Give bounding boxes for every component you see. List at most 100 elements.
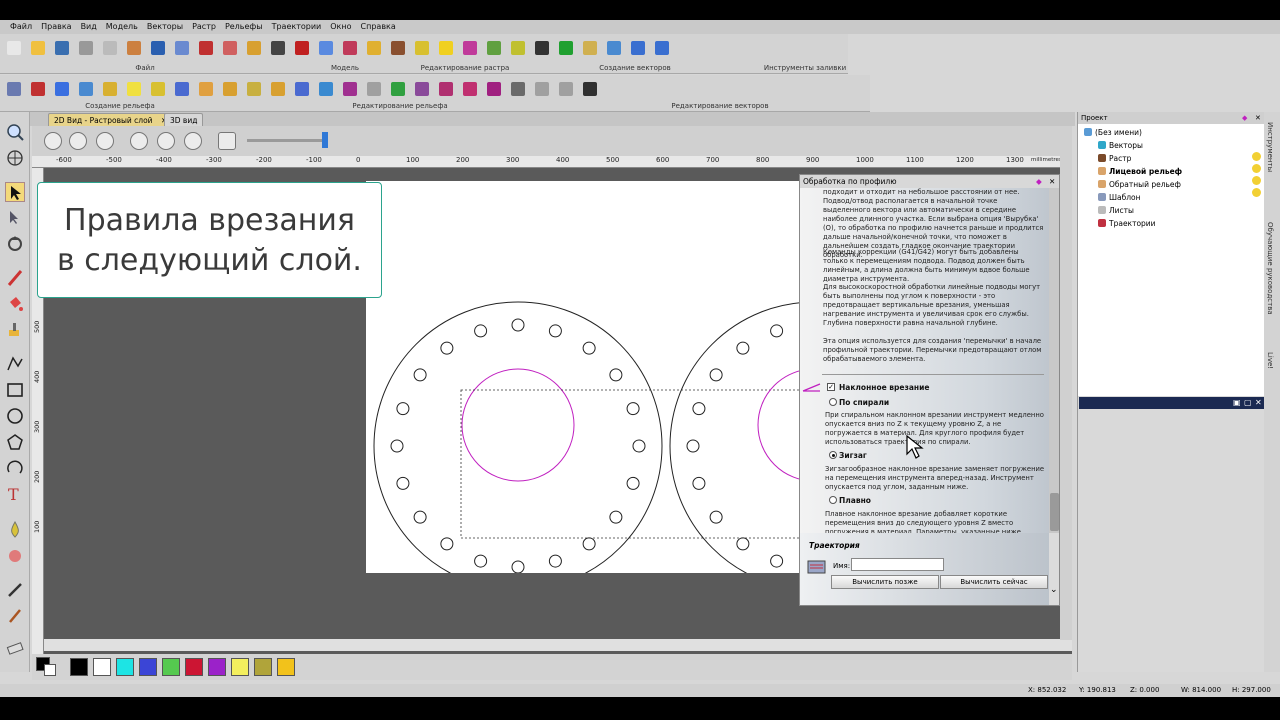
toolbar2-tool-icon-10[interactable]: [220, 79, 240, 99]
bolt-hole[interactable]: [511, 318, 525, 332]
selected-inner-circle-2[interactable]: [757, 369, 802, 481]
toolbar1-tool-icon-27[interactable]: [628, 38, 648, 58]
bolt-hole[interactable]: [709, 510, 723, 524]
bolt-hole[interactable]: [582, 341, 596, 355]
side-tab-tutorials[interactable]: Обучающие руководства: [1266, 222, 1274, 315]
tree-item-template[interactable]: Шаблон: [1098, 193, 1141, 203]
color-swatch[interactable]: [70, 658, 88, 676]
color-swatch[interactable]: [116, 658, 134, 676]
bolt-hole[interactable]: [548, 324, 562, 338]
close-icon[interactable]: ✕: [1049, 175, 1055, 188]
menu-edit[interactable]: Правка: [41, 20, 71, 34]
toolbar1-tool-icon-6[interactable]: [124, 38, 144, 58]
toolbar2-tool-icon-2[interactable]: [28, 79, 48, 99]
toolbar2-tool-icon-23[interactable]: [532, 79, 552, 99]
toolbar2-tool-icon-19[interactable]: [436, 79, 456, 99]
toolbar1-tool-icon-4[interactable]: [76, 38, 96, 58]
toolbar1-tool-icon-5[interactable]: [100, 38, 120, 58]
tree-item-toolpaths[interactable]: Траектории: [1098, 219, 1156, 229]
toolbar1-tool-icon-11[interactable]: [244, 38, 264, 58]
toolbar1-tool-icon-25[interactable]: [580, 38, 600, 58]
node-edit-icon[interactable]: [5, 208, 25, 228]
menu-file[interactable]: Файл: [10, 20, 32, 34]
toolbar1-tool-icon-22[interactable]: [508, 38, 528, 58]
bolt-hole[interactable]: [692, 402, 706, 416]
bolt-hole[interactable]: [440, 341, 454, 355]
toolbar1-tool-icon-10[interactable]: [220, 38, 240, 58]
toolpath-name-input[interactable]: [851, 558, 944, 571]
toolbar2-tool-icon-4[interactable]: [76, 79, 96, 99]
toolbar2-tool-icon-6[interactable]: [124, 79, 144, 99]
menu-toolpaths[interactable]: Траектории: [272, 20, 322, 34]
lightbulb-icon[interactable]: [1252, 188, 1261, 197]
color-swatch[interactable]: [93, 658, 111, 676]
flange-outer-circle-2[interactable]: [669, 302, 802, 573]
zoom-out-icon[interactable]: [69, 132, 87, 150]
bolt-hole[interactable]: [709, 368, 723, 382]
bolt-hole[interactable]: [736, 341, 750, 355]
toolbar1-tool-icon-9[interactable]: [196, 38, 216, 58]
toolbar2-tool-icon-9[interactable]: [196, 79, 216, 99]
toolbar2-tool-icon-8[interactable]: [172, 79, 192, 99]
bolt-hole[interactable]: [548, 554, 562, 568]
bolt-hole[interactable]: [626, 402, 640, 416]
toolbar2-tool-icon-24[interactable]: [556, 79, 576, 99]
bolt-hole[interactable]: [770, 324, 784, 338]
toolbar1-tool-icon-17[interactable]: [388, 38, 408, 58]
toolbar2-tool-icon-22[interactable]: [508, 79, 528, 99]
polygon-icon[interactable]: [5, 432, 25, 452]
toolbar2-tool-icon-5[interactable]: [100, 79, 120, 99]
toolbar1-tool-icon-14[interactable]: [316, 38, 336, 58]
toolbar2-tool-icon-20[interactable]: [460, 79, 480, 99]
view-slider-knob[interactable]: [322, 132, 328, 148]
toolbar1-tool-icon-18[interactable]: [412, 38, 432, 58]
arc-icon[interactable]: [5, 458, 25, 478]
restore-icon[interactable]: ▢: [1244, 398, 1252, 407]
side-tab-tools[interactable]: Инструменты: [1266, 122, 1274, 172]
bolt-hole[interactable]: [413, 368, 427, 382]
bolt-hole[interactable]: [626, 476, 640, 490]
color-swatch[interactable]: [139, 658, 157, 676]
pin-icon[interactable]: ◆: [1036, 175, 1042, 188]
color-swatch[interactable]: [277, 658, 295, 676]
toolbar2-tool-icon-1[interactable]: [4, 79, 24, 99]
close-icon[interactable]: ✕: [1255, 112, 1261, 124]
pencil-icon[interactable]: [5, 268, 25, 288]
view-vertical-scrollbar[interactable]: [1060, 126, 1072, 640]
ramp-checkbox[interactable]: ✓: [827, 383, 835, 391]
color-swatch[interactable]: [185, 658, 203, 676]
zoom-tool-icon[interactable]: [5, 122, 25, 142]
tree-item-sheets[interactable]: Листы: [1098, 206, 1134, 216]
ellipse-icon[interactable]: [5, 406, 25, 426]
toolbar2-tool-icon-12[interactable]: [268, 79, 288, 99]
menu-bitmap[interactable]: Растр: [192, 20, 216, 34]
zoom-window-icon[interactable]: [157, 132, 175, 150]
globe-icon[interactable]: [5, 148, 25, 168]
toolbar1-tool-icon-21[interactable]: [484, 38, 504, 58]
dialog-scrollbar[interactable]: [1049, 188, 1059, 533]
shape-editor-icon[interactable]: [5, 546, 25, 566]
knife-icon[interactable]: [5, 580, 25, 600]
close-icon[interactable]: ✕: [1255, 398, 1262, 407]
tree-item-vectors[interactable]: Векторы: [1098, 141, 1143, 151]
toolbar2-tool-icon-16[interactable]: [364, 79, 384, 99]
toolbar2-tool-icon-7[interactable]: [148, 79, 168, 99]
pin-icon[interactable]: ◆: [1242, 112, 1247, 124]
toolbar2-tool-icon-3[interactable]: [52, 79, 72, 99]
bolt-hole[interactable]: [396, 402, 410, 416]
side-tab-live[interactable]: Live!: [1266, 352, 1274, 369]
pin-icon[interactable]: ▣: [1233, 398, 1241, 407]
calculate-later-button[interactable]: Вычислить позже: [831, 575, 939, 589]
view-settings-icon[interactable]: [218, 132, 236, 150]
color-swatch[interactable]: [162, 658, 180, 676]
rectangle-icon[interactable]: [5, 380, 25, 400]
toolbar1-tool-icon-8[interactable]: [172, 38, 192, 58]
flange-outer-circle[interactable]: [373, 301, 663, 573]
toolbar1-tool-icon-2[interactable]: [28, 38, 48, 58]
zoom-in-icon[interactable]: [44, 132, 62, 150]
zoom-fit-icon[interactable]: [130, 132, 148, 150]
select-arrow-icon[interactable]: [5, 182, 25, 202]
menu-model[interactable]: Модель: [106, 20, 138, 34]
zoom-selection-icon[interactable]: [184, 132, 202, 150]
toolbar2-tool-icon-17[interactable]: [388, 79, 408, 99]
